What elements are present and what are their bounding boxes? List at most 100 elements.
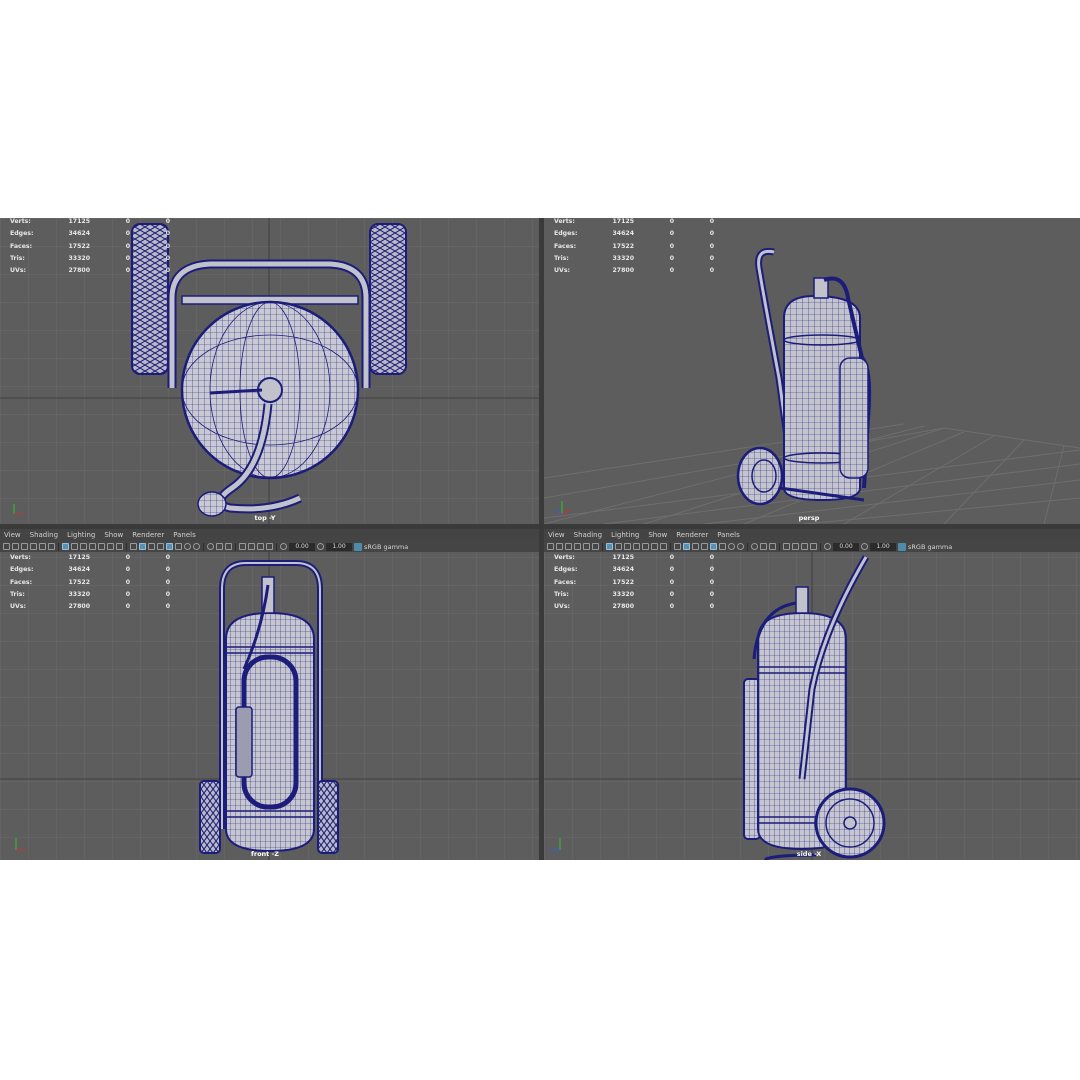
resolution-gate-icon[interactable]	[80, 543, 87, 550]
xray-icon[interactable]	[248, 543, 255, 550]
wireframe-on-shaded-icon[interactable]	[701, 543, 708, 550]
toolbar-separator	[276, 542, 277, 551]
viewport-label-persp: persp	[798, 514, 820, 522]
wireframe-icon[interactable]	[674, 543, 681, 550]
menu-show[interactable]: Show	[648, 529, 667, 541]
menu-panels[interactable]: Panels	[717, 529, 740, 541]
motion-blur-icon[interactable]	[207, 543, 214, 550]
viewport-top[interactable]: Verts: 17125 0 0 Edges: 34624 0 0 Faces: 17522 0…	[0, 218, 539, 524]
gamma-icon[interactable]	[317, 543, 324, 550]
view-transform-label[interactable]: sRGB gamma	[908, 543, 952, 551]
camera-attributes-icon[interactable]	[556, 543, 563, 550]
gate-mask-icon[interactable]	[633, 543, 640, 550]
field-chart-icon[interactable]	[98, 543, 105, 550]
select-camera-icon[interactable]	[547, 543, 554, 550]
viewport-toolbar-front: 0.00 1.00 sRGB gamma	[0, 541, 539, 552]
xray-components-icon[interactable]	[810, 543, 817, 550]
menu-shading[interactable]: Shading	[574, 529, 602, 541]
textured-icon[interactable]	[710, 543, 717, 550]
image-plane-icon[interactable]	[30, 543, 37, 550]
use-all-lights-icon[interactable]	[175, 543, 182, 550]
xray-joints-icon[interactable]	[801, 543, 808, 550]
depth-of-field-icon[interactable]	[769, 543, 776, 550]
textured-icon[interactable]	[166, 543, 173, 550]
toolbar-separator	[779, 542, 780, 551]
viewport-menubar-front: View Shading Lighting Show Renderer Pane…	[0, 529, 539, 541]
safe-title-icon[interactable]	[660, 543, 667, 550]
gamma-field[interactable]: 1.00	[326, 542, 352, 551]
grease-pencil-icon[interactable]	[48, 543, 55, 550]
viewport-side[interactable]: View Shading Lighting Show Renderer Pane…	[544, 529, 1080, 860]
wireframe-icon[interactable]	[130, 543, 137, 550]
toolbar-separator	[670, 542, 671, 551]
smooth-shade-icon[interactable]	[139, 543, 146, 550]
menu-lighting[interactable]: Lighting	[67, 529, 95, 541]
viewport-label-top: top -Y	[254, 514, 276, 522]
toolbar-separator	[203, 542, 204, 551]
film-gate-icon[interactable]	[71, 543, 78, 550]
motion-blur-icon[interactable]	[751, 543, 758, 550]
menu-renderer[interactable]: Renderer	[676, 529, 708, 541]
film-gate-icon[interactable]	[615, 543, 622, 550]
anti-aliasing-icon[interactable]	[760, 543, 767, 550]
shadows-icon[interactable]	[728, 543, 735, 550]
2d-pan-zoom-icon[interactable]	[583, 543, 590, 550]
gate-mask-icon[interactable]	[89, 543, 96, 550]
menu-renderer[interactable]: Renderer	[132, 529, 164, 541]
gamma-icon[interactable]	[861, 543, 868, 550]
isolate-select-icon[interactable]	[239, 543, 246, 550]
bookmark-icon[interactable]	[565, 543, 572, 550]
exposure-field[interactable]: 0.00	[833, 542, 859, 551]
xray-components-icon[interactable]	[266, 543, 273, 550]
default-material-icon[interactable]	[148, 543, 155, 550]
grid-icon[interactable]	[606, 543, 613, 550]
menu-lighting[interactable]: Lighting	[611, 529, 639, 541]
exposure-icon[interactable]	[280, 543, 287, 550]
menu-shading[interactable]: Shading	[30, 529, 58, 541]
safe-action-icon[interactable]	[107, 543, 114, 550]
viewport-front[interactable]: View Shading Lighting Show Renderer Pane…	[0, 529, 539, 860]
viewport-label-front: front -Z	[251, 850, 279, 858]
toolbar-separator	[126, 542, 127, 551]
depth-of-field-icon[interactable]	[225, 543, 232, 550]
poly-stats-front: Verts: 17125 0 0 Edges: 34624 0 0 Faces: 17522 0…	[10, 554, 170, 611]
toolbar-separator	[58, 542, 59, 551]
wireframe-on-shaded-icon[interactable]	[157, 543, 164, 550]
menu-view[interactable]: View	[548, 529, 565, 541]
smooth-shade-icon[interactable]	[683, 543, 690, 550]
xray-icon[interactable]	[792, 543, 799, 550]
isolate-select-icon[interactable]	[783, 543, 790, 550]
2d-pan-zoom-icon[interactable]	[39, 543, 46, 550]
field-chart-icon[interactable]	[642, 543, 649, 550]
menu-show[interactable]: Show	[104, 529, 123, 541]
toolbar-separator	[820, 542, 821, 551]
menu-panels[interactable]: Panels	[173, 529, 196, 541]
exposure-icon[interactable]	[824, 543, 831, 550]
safe-title-icon[interactable]	[116, 543, 123, 550]
exposure-field[interactable]: 0.00	[289, 542, 315, 551]
ambient-occlusion-icon[interactable]	[737, 543, 744, 550]
select-camera-icon[interactable]	[3, 543, 10, 550]
anti-aliasing-icon[interactable]	[216, 543, 223, 550]
use-all-lights-icon[interactable]	[719, 543, 726, 550]
image-plane-icon[interactable]	[574, 543, 581, 550]
resolution-gate-icon[interactable]	[624, 543, 631, 550]
bookmark-icon[interactable]	[21, 543, 28, 550]
menu-view[interactable]: View	[4, 529, 21, 541]
xray-joints-icon[interactable]	[257, 543, 264, 550]
viewport-persp[interactable]: Verts: 17125 0 0 Edges: 34624 0 0 Faces: 17522 0…	[544, 218, 1080, 524]
default-material-icon[interactable]	[692, 543, 699, 550]
toolbar-separator	[747, 542, 748, 551]
safe-action-icon[interactable]	[651, 543, 658, 550]
viewport-toolbar-side: 0.00 1.00 sRGB gamma	[544, 541, 1080, 552]
poly-stats-side: Verts: 17125 0 0 Edges: 34624 0 0 Faces: 17522 0…	[554, 554, 714, 611]
view-transform-label[interactable]: sRGB gamma	[364, 543, 408, 551]
color-management-icon[interactable]	[354, 542, 362, 551]
ambient-occlusion-icon[interactable]	[193, 543, 200, 550]
gamma-field[interactable]: 1.00	[870, 542, 896, 551]
grease-pencil-icon[interactable]	[592, 543, 599, 550]
camera-attributes-icon[interactable]	[12, 543, 19, 550]
color-management-icon[interactable]	[898, 542, 906, 551]
shadows-icon[interactable]	[184, 543, 191, 550]
grid-icon[interactable]	[62, 543, 69, 550]
